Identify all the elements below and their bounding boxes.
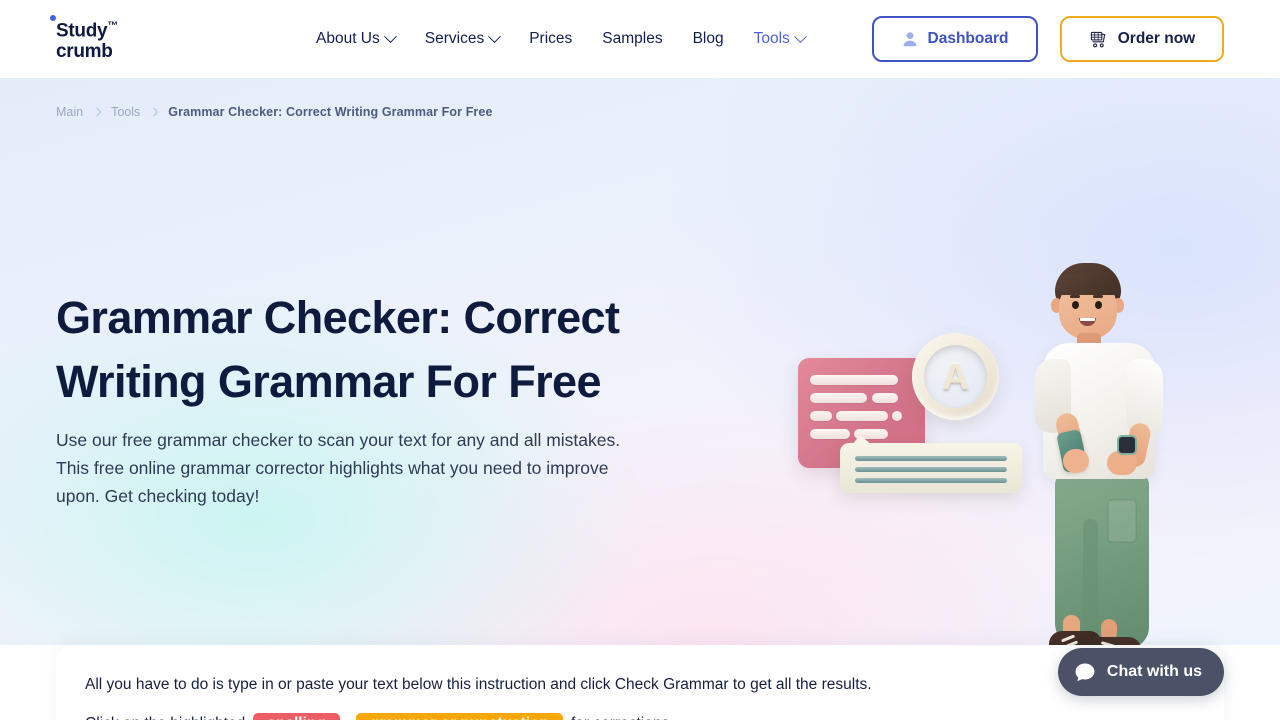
chat-with-us-button[interactable]: Chat with us — [1057, 648, 1224, 696]
character-illustration — [1015, 263, 1200, 645]
chevron-down-icon — [488, 29, 502, 43]
cart-icon — [1090, 31, 1106, 47]
logo-dot-icon — [50, 15, 56, 21]
site-header: Study™ crumb About Us Services Prices Sa… — [0, 0, 1280, 78]
user-icon — [903, 32, 916, 47]
breadcrumb-item-main[interactable]: Main — [56, 105, 83, 119]
chevron-down-icon — [383, 29, 397, 43]
chat-bubble-icon — [1075, 663, 1095, 681]
nav-label: About Us — [316, 30, 380, 47]
chevron-down-icon — [793, 29, 807, 43]
speech-bubble-graphic — [840, 435, 1022, 493]
nav-item-about-us[interactable]: About Us — [316, 29, 397, 48]
grammar-highlight-pill[interactable]: grammar or punctuation — [355, 713, 563, 720]
nav-label: Blog — [692, 30, 724, 47]
dashboard-button[interactable]: Dashboard — [872, 16, 1038, 62]
order-now-button-label: Order now — [1117, 30, 1196, 47]
chevron-right-icon — [92, 107, 102, 117]
smartwatch-graphic — [1117, 435, 1137, 455]
nav-label: Samples — [602, 30, 663, 47]
chat-label: Chat with us — [1106, 663, 1202, 680]
tool-instruction-text: All you have to do is type in or paste y… — [85, 676, 872, 693]
breadcrumb-item-tools[interactable]: Tools — [111, 105, 140, 119]
spelling-highlight-pill[interactable]: spelling — [253, 713, 340, 720]
breadcrumb-item-current: Grammar Checker: Correct Writing Grammar… — [168, 105, 493, 119]
nav-label: Services — [424, 30, 485, 47]
nav-item-samples[interactable]: Samples — [602, 30, 662, 48]
dashboard-button-label: Dashboard — [927, 30, 1009, 47]
chevron-right-icon — [150, 107, 159, 117]
hero-illustration: A — [760, 178, 1230, 645]
legend-suffix: for corrections — [571, 715, 669, 720]
badge-letter: A — [942, 356, 969, 397]
main-navigation: About Us Services Prices Samples Blog To… — [316, 0, 807, 78]
legend-prefix: Click on the highlighted — [85, 715, 245, 720]
nav-label: Prices — [529, 30, 573, 47]
page-title-line-1: Grammar Checker: Correct — [56, 292, 620, 343]
nav-item-prices[interactable]: Prices — [529, 30, 572, 48]
logo[interactable]: Study™ crumb — [50, 15, 118, 63]
logo-trademark: ™ — [107, 20, 118, 32]
grade-a-badge-icon: A — [912, 333, 999, 420]
nav-item-services[interactable]: Services — [424, 29, 502, 48]
order-now-button[interactable]: Order now — [1060, 16, 1224, 62]
nav-label: Tools — [753, 30, 790, 47]
page-title: Grammar Checker: Correct Writing Grammar… — [56, 286, 676, 414]
nav-item-tools[interactable]: Tools — [753, 29, 807, 48]
tool-legend-row: Click on the highlighted spelling gramma… — [85, 713, 669, 720]
logo-second-line: crumb — [56, 41, 113, 63]
page-subtitle: Use our free grammar checker to scan you… — [56, 430, 621, 506]
page-title-line-2: Writing Grammar For Free — [56, 356, 602, 407]
breadcrumb: Main Tools Grammar Checker: Correct Writ… — [56, 105, 493, 119]
logo-name: Study — [56, 20, 108, 42]
header-actions: Dashboard Order now — [872, 16, 1224, 62]
grammar-tool-card: All you have to do is type in or paste y… — [56, 645, 1224, 720]
nav-item-blog[interactable]: Blog — [693, 30, 724, 48]
hero-section: Main Tools Grammar Checker: Correct Writ… — [0, 78, 1280, 645]
